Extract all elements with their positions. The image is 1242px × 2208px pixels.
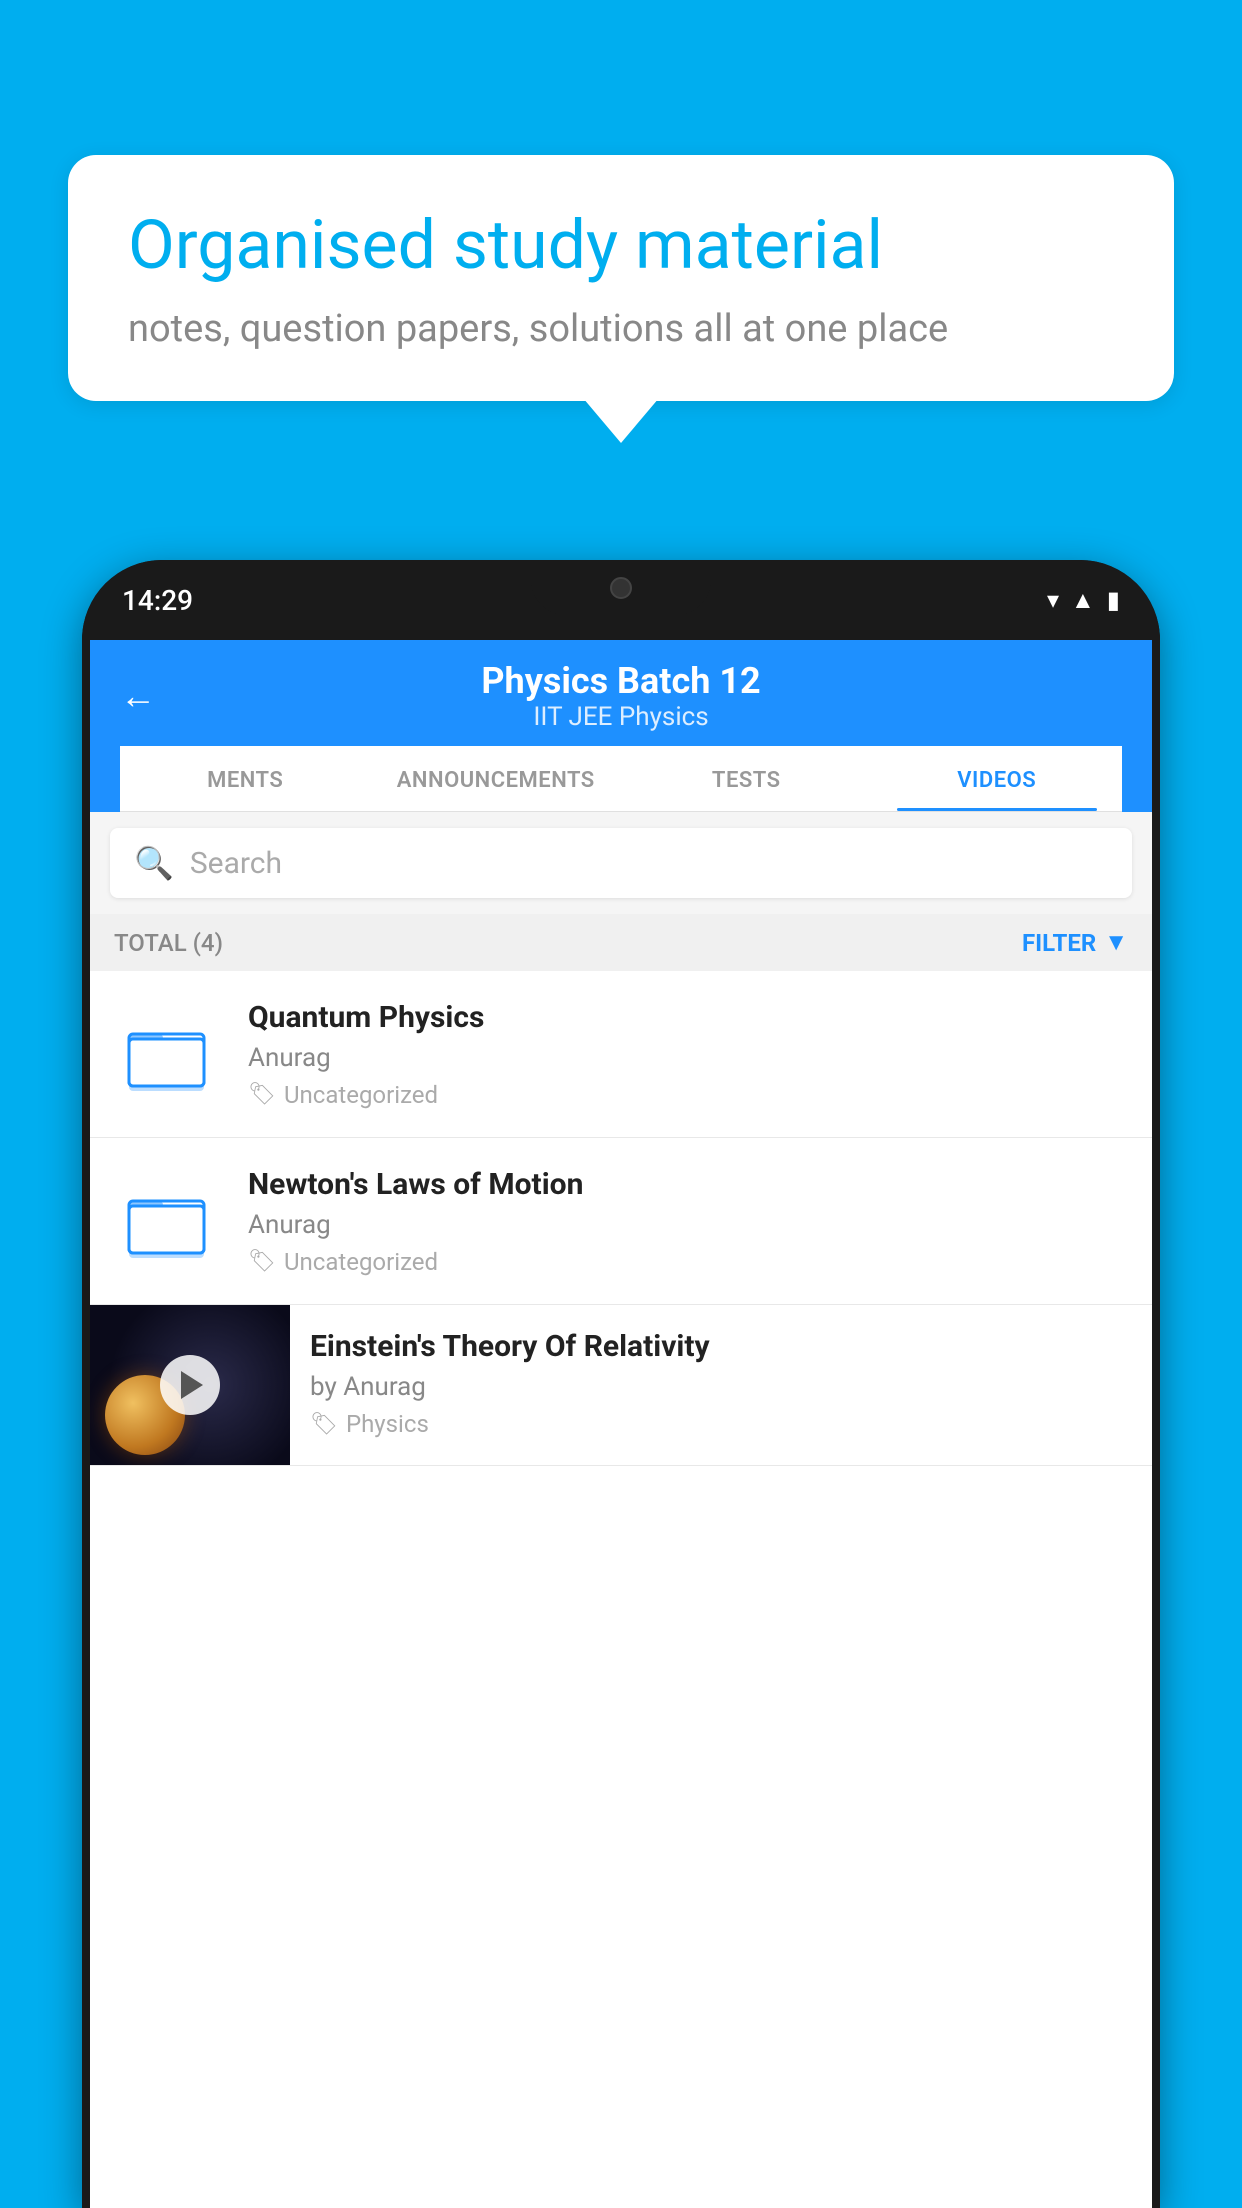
tab-tests[interactable]: TESTS bbox=[621, 746, 872, 811]
video-item-newton[interactable]: Newton's Laws of Motion Anurag 🏷 Uncateg… bbox=[90, 1138, 1152, 1305]
status-bar: 14:29 ▾ ▲ ▮ bbox=[82, 560, 1160, 640]
video-tag-einstein: 🏷 Physics bbox=[310, 1410, 1132, 1438]
video-title-newton: Newton's Laws of Motion bbox=[248, 1167, 1128, 1202]
back-button[interactable]: ← bbox=[120, 675, 156, 717]
status-icons: ▾ ▲ ▮ bbox=[1047, 586, 1120, 615]
app-header: ← Physics Batch 12 IIT JEE Physics MENTS… bbox=[90, 640, 1152, 812]
phone-screen: ← Physics Batch 12 IIT JEE Physics MENTS… bbox=[90, 640, 1152, 2208]
video-author-newton: Anurag bbox=[248, 1210, 1128, 1240]
total-filter-row: TOTAL (4) FILTER ▼ bbox=[90, 914, 1152, 971]
tab-ments[interactable]: MENTS bbox=[120, 746, 371, 811]
video-item-quantum[interactable]: Quantum Physics Anurag 🏷 Uncategorized bbox=[90, 971, 1152, 1138]
batch-subtitle: IIT JEE Physics bbox=[481, 702, 760, 732]
tab-bar: MENTS ANNOUNCEMENTS TESTS VIDEOS bbox=[120, 746, 1122, 812]
video-tag-newton: 🏷 Uncategorized bbox=[248, 1248, 1128, 1276]
camera bbox=[610, 577, 632, 599]
video-tag-quantum: 🏷 Uncategorized bbox=[248, 1081, 1128, 1109]
time: 14:29 bbox=[122, 584, 193, 617]
batch-title: Physics Batch 12 bbox=[481, 660, 760, 702]
folder-thumb-newton bbox=[114, 1166, 224, 1276]
play-button[interactable] bbox=[160, 1355, 220, 1415]
folder-thumb-quantum bbox=[114, 999, 224, 1109]
search-placeholder: Search bbox=[190, 846, 282, 881]
video-info-quantum: Quantum Physics Anurag 🏷 Uncategorized bbox=[248, 1000, 1128, 1109]
battery-icon: ▮ bbox=[1107, 586, 1120, 614]
video-title-quantum: Quantum Physics bbox=[248, 1000, 1128, 1035]
phone-frame: 14:29 ▾ ▲ ▮ ← Physics Batch 12 IIT JEE P… bbox=[82, 560, 1160, 2208]
video-item-einstein[interactable]: Einstein's Theory Of Relativity by Anura… bbox=[90, 1305, 1152, 1466]
signal-icon: ▲ bbox=[1071, 586, 1095, 615]
subtext: notes, question papers, solutions all at… bbox=[128, 307, 1114, 351]
video-title-einstein: Einstein's Theory Of Relativity bbox=[310, 1329, 1132, 1364]
video-author-einstein: by Anurag bbox=[310, 1372, 1132, 1402]
search-bar[interactable]: 🔍 Search bbox=[110, 828, 1132, 898]
wifi-icon: ▾ bbox=[1047, 586, 1059, 614]
tag-icon-newton: 🏷 bbox=[248, 1249, 276, 1274]
video-list: Quantum Physics Anurag 🏷 Uncategorized bbox=[90, 971, 1152, 1466]
tag-icon: 🏷 bbox=[248, 1082, 276, 1107]
video-info-newton: Newton's Laws of Motion Anurag 🏷 Uncateg… bbox=[248, 1167, 1128, 1276]
video-thumbnail-einstein bbox=[90, 1305, 290, 1465]
notch bbox=[531, 560, 711, 615]
filter-icon: ▼ bbox=[1104, 928, 1128, 957]
tab-videos[interactable]: VIDEOS bbox=[872, 746, 1123, 811]
search-icon: 🔍 bbox=[134, 844, 174, 882]
tab-announcements[interactable]: ANNOUNCEMENTS bbox=[371, 746, 622, 811]
headline: Organised study material bbox=[128, 205, 1114, 287]
search-container: 🔍 Search bbox=[90, 812, 1152, 914]
play-icon bbox=[181, 1371, 203, 1399]
video-author-quantum: Anurag bbox=[248, 1043, 1128, 1073]
speech-bubble: Organised study material notes, question… bbox=[68, 155, 1174, 401]
tag-icon-einstein: 🏷 bbox=[310, 1412, 338, 1437]
filter-button[interactable]: FILTER ▼ bbox=[1022, 928, 1128, 957]
video-info-einstein: Einstein's Theory Of Relativity by Anura… bbox=[290, 1305, 1152, 1462]
header-title-group: Physics Batch 12 IIT JEE Physics bbox=[481, 660, 760, 732]
total-label: TOTAL (4) bbox=[114, 929, 223, 957]
